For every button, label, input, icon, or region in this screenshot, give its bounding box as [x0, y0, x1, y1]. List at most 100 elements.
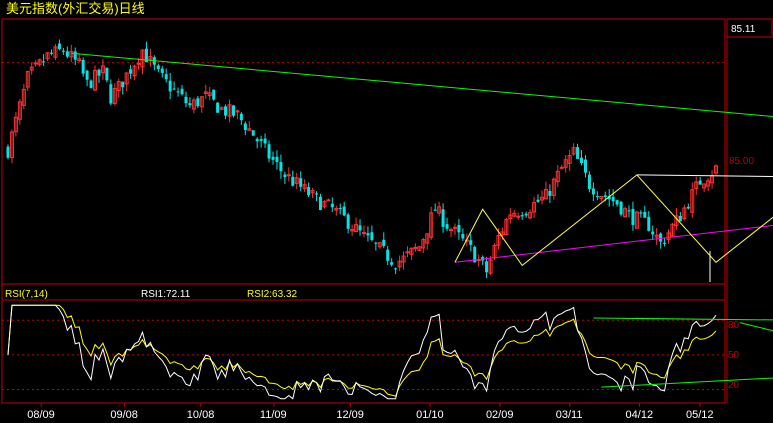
- x-tick-label: 10/08: [187, 409, 215, 421]
- candle-body: [342, 206, 346, 216]
- trend-overlays: [71, 52, 773, 267]
- price-readout-top: 85.11: [731, 24, 756, 35]
- candle-body: [105, 67, 109, 81]
- x-tick-label: 08/09: [27, 409, 55, 421]
- candle-body: [611, 196, 615, 202]
- candle-body: [168, 80, 172, 92]
- candle-series: [2, 39, 725, 282]
- rsi1-label: RSI1:72.11: [141, 289, 191, 300]
- candle-body: [50, 52, 54, 54]
- candle-body: [156, 65, 160, 70]
- candle-body: [520, 215, 524, 217]
- candle-body: [121, 81, 125, 88]
- x-tick-label: 11/09: [260, 409, 287, 421]
- candle-body: [469, 240, 473, 245]
- candle-body: [698, 180, 702, 185]
- candle-body: [445, 224, 449, 229]
- candle-body: [172, 88, 176, 90]
- green-trend-line: [71, 52, 773, 118]
- candle-body: [374, 242, 378, 244]
- candle-body: [639, 212, 643, 214]
- x-tick-label: 04/12: [626, 409, 654, 421]
- candle-body: [315, 193, 319, 195]
- candle-body: [516, 215, 521, 218]
- candle-body: [448, 229, 453, 232]
- rsi-lines: [2, 304, 773, 400]
- candle-body: [283, 174, 287, 178]
- candle-body: [188, 103, 192, 106]
- candle-body: [279, 162, 283, 172]
- candle-body: [275, 156, 279, 162]
- candle-body: [267, 144, 271, 159]
- candle-body: [271, 156, 275, 160]
- candle-body: [536, 199, 540, 202]
- candle-body: [366, 233, 370, 236]
- candle-body: [631, 208, 635, 225]
- candle-body: [318, 196, 322, 210]
- candle-body: [164, 74, 168, 80]
- candle-body: [663, 242, 667, 244]
- candle-body: [370, 232, 374, 241]
- price-level-label: 85.00: [729, 156, 754, 167]
- candle-body: [57, 43, 61, 50]
- candle-body: [587, 174, 591, 189]
- rsi-lower-trend: [601, 377, 773, 388]
- candle-body: [382, 239, 386, 247]
- candle-body: [299, 178, 303, 187]
- candle-body: [524, 213, 528, 216]
- candle-body: [441, 209, 445, 227]
- candle-body: [212, 89, 216, 100]
- chart-title: 美元指数(外汇交易)日线: [6, 1, 145, 16]
- candle-body: [65, 51, 69, 57]
- candle-body: [678, 215, 682, 222]
- candle-body: [583, 159, 587, 173]
- candle-body: [619, 201, 623, 215]
- candle-body: [42, 61, 46, 63]
- x-tick-label: 05/12: [686, 409, 714, 421]
- candle-body: [89, 80, 93, 88]
- candle-body: [176, 91, 180, 93]
- x-tick-label: 12/09: [336, 409, 364, 421]
- candle-body: [595, 195, 599, 197]
- candle-body: [81, 59, 85, 74]
- candle-body: [263, 138, 267, 144]
- x-tick-label: 03/11: [556, 409, 583, 421]
- rsi-title: RSI(7,14): [5, 289, 48, 300]
- chart-root: 美元指数(外汇交易)日线 85.11 85.00 RSI(7,14) RSI1:…: [1, 1, 773, 421]
- candle-body: [390, 262, 394, 265]
- candle-body: [6, 146, 10, 158]
- candle-body: [559, 166, 564, 169]
- candle-body: [358, 225, 362, 231]
- top-resistance-line: [636, 174, 773, 177]
- candle-body: [603, 195, 607, 198]
- candle-body: [307, 187, 311, 196]
- candle-body: [651, 231, 655, 235]
- candle-body: [433, 209, 437, 211]
- candle-body: [259, 139, 263, 141]
- candle-body: [686, 206, 690, 209]
- candle-body: [548, 190, 552, 196]
- candle-body: [255, 138, 259, 142]
- candle-body: [231, 105, 235, 116]
- candle-body: [615, 200, 619, 205]
- candle-body: [109, 84, 113, 104]
- candle-body: [405, 251, 410, 254]
- candle-body: [61, 50, 65, 52]
- candle-body: [386, 249, 390, 261]
- candle-body: [291, 176, 295, 186]
- candle-body: [627, 210, 631, 212]
- x-tick-label: 09/08: [110, 409, 138, 421]
- candle-body: [160, 68, 164, 73]
- candle-body: [647, 216, 651, 231]
- candle-body: [452, 226, 457, 229]
- candle-body: [136, 62, 141, 65]
- candle-body: [461, 233, 465, 239]
- rsi-panel-frame: [1, 283, 726, 404]
- rsi2-label: RSI2:63.32: [247, 289, 297, 300]
- candle-body: [591, 188, 595, 195]
- candle-body: [346, 214, 350, 229]
- price-panel-frame: [1, 18, 726, 285]
- candle-body: [184, 96, 188, 104]
- rsi-tick-50: 50: [728, 350, 740, 361]
- candle-body: [85, 70, 89, 80]
